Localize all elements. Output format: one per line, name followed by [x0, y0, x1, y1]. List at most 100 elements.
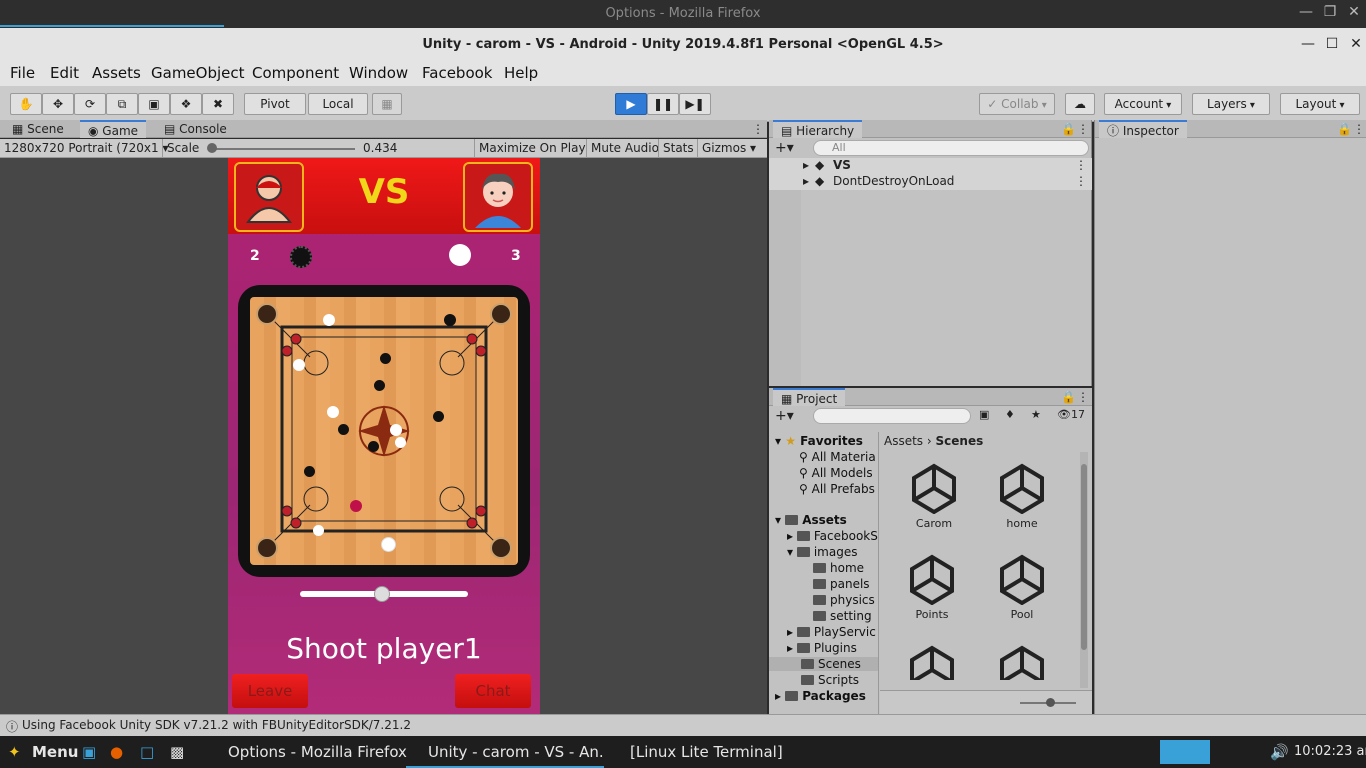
maximize-on-play-toggle[interactable]: Maximize On Play [474, 139, 590, 158]
tab-scene[interactable]: ▦ Scene [4, 120, 72, 138]
pivot-button[interactable]: Pivot [244, 93, 306, 115]
hierarchy-search[interactable]: All [813, 140, 1089, 156]
folder-item[interactable]: physics [813, 593, 875, 607]
snap-icon[interactable]: ▦ [372, 93, 402, 115]
linux-lite-icon[interactable]: ✦ [8, 736, 21, 768]
play-button[interactable]: ▶ [615, 93, 647, 115]
packages-node[interactable]: ▸ Packages [775, 689, 866, 703]
account-dropdown[interactable]: Account [1104, 93, 1182, 115]
inspector-menu-icon[interactable]: ⋮ [1345, 120, 1366, 138]
layout-dropdown[interactable]: Layout [1280, 93, 1360, 115]
maximize-icon[interactable]: ☐ [1323, 36, 1341, 52]
terminal-icon[interactable]: ▩ [170, 736, 184, 768]
hidden-packages-toggle[interactable]: 👁17 [1057, 408, 1085, 421]
favorite-item[interactable]: ⚲ All Materia [799, 450, 876, 464]
scene-asset[interactable]: Carom [894, 462, 974, 530]
folder-item[interactable]: home [813, 561, 864, 575]
minimize-icon[interactable]: — [1299, 36, 1317, 52]
folder-item[interactable]: panels [813, 577, 870, 591]
gizmos-dropdown[interactable]: Gizmos ▾ [697, 139, 760, 158]
menu-assets[interactable]: Assets [92, 64, 141, 82]
menu-window[interactable]: Window [349, 64, 408, 82]
hierarchy-menu-icon[interactable]: ⋮ [1069, 120, 1097, 138]
step-button[interactable]: ▶❚ [679, 93, 711, 115]
filter-type-icon[interactable]: ▣ [979, 408, 989, 421]
rotate-tool-icon[interactable]: ⟳ [74, 93, 106, 115]
create-icon[interactable]: +▾ [775, 408, 794, 424]
carom-board[interactable] [250, 297, 518, 565]
folder-item[interactable]: ▾ images [787, 545, 857, 559]
expand-arrow-icon[interactable]: ▸ [803, 174, 809, 188]
project-menu-icon[interactable]: ⋮ [1069, 388, 1097, 406]
task-terminal[interactable]: [Linux Lite Terminal] [608, 736, 783, 768]
tab-project[interactable]: ▦ Project [773, 388, 846, 406]
minimize-icon[interactable]: — [1297, 4, 1315, 20]
favorite-item[interactable]: ⚲ All Prefabs [799, 482, 875, 496]
file-manager-icon[interactable]: □ [140, 736, 154, 768]
game-screen[interactable]: VS 2 3 Shoot player1 Leave Chat [228, 158, 540, 714]
scrollbar-thumb[interactable] [1081, 464, 1087, 650]
menu-file[interactable]: File [10, 64, 35, 82]
collab-button[interactable]: ✓ Collab [979, 93, 1055, 115]
item-menu-icon[interactable]: ⋮ [1075, 158, 1087, 172]
close-icon[interactable]: ✕ [1345, 4, 1363, 20]
folder-item[interactable]: ▸ PlayServic [787, 625, 876, 639]
menu-facebook[interactable]: Facebook [422, 64, 492, 82]
tab-hierarchy[interactable]: ▤ Hierarchy [773, 120, 863, 138]
scene-asset[interactable]: Points [892, 553, 972, 621]
chat-button[interactable]: Chat [455, 674, 531, 708]
icon-size-thumb[interactable] [1046, 698, 1055, 707]
transform-tool-icon[interactable]: ❖ [170, 93, 202, 115]
tab-menu-icon[interactable]: ⋮ [744, 120, 772, 138]
task-unity[interactable]: Unity - carom - VS - An... [406, 736, 604, 768]
close-icon[interactable]: ✕ [1347, 36, 1365, 52]
scene-asset[interactable]: Pool [982, 553, 1062, 621]
maximize-icon[interactable]: ❐ [1321, 4, 1339, 20]
scrollbar[interactable] [1080, 452, 1088, 688]
scene-asset[interactable] [892, 644, 972, 680]
desktop-icon[interactable]: ▣ [82, 736, 96, 768]
move-tool-icon[interactable]: ✥ [42, 93, 74, 115]
folder-item[interactable]: ▸ Plugins [787, 641, 857, 655]
favorites-node[interactable]: ▾ ★ Favorites [775, 434, 863, 448]
menu-component[interactable]: Component [252, 64, 339, 82]
favorite-item[interactable]: ⚲ All Models [799, 466, 873, 480]
hierarchy-item[interactable]: ▸ ◆ VS ⋮ [769, 158, 1092, 174]
player2-avatar[interactable] [463, 162, 533, 232]
assets-node[interactable]: ▾ Assets [775, 513, 847, 527]
expand-arrow-icon[interactable]: ▸ [803, 158, 809, 172]
leave-button[interactable]: Leave [232, 674, 308, 708]
filter-label-icon[interactable]: ♦ [1005, 408, 1015, 421]
power-slider-thumb[interactable] [374, 586, 391, 602]
volume-icon[interactable]: 🔊 [1270, 736, 1289, 768]
folder-item[interactable]: ▸ FacebookS [787, 529, 878, 543]
cloud-icon[interactable]: ☁ [1065, 93, 1095, 115]
scene-asset[interactable]: home [982, 462, 1062, 530]
menu-edit[interactable]: Edit [50, 64, 79, 82]
breadcrumb-current[interactable]: Scenes [936, 434, 984, 448]
scene-asset[interactable] [982, 644, 1062, 680]
folder-item[interactable]: Scripts [801, 673, 859, 687]
tab-inspector[interactable]: ⓘ Inspector [1099, 120, 1187, 138]
scale-control[interactable]: Scale 0.434 [162, 139, 474, 158]
tab-game[interactable]: ◉ Game [80, 120, 147, 138]
task-firefox[interactable]: Options - Mozilla Firefox [206, 736, 407, 768]
hierarchy-item[interactable]: ▸ ◆ DontDestroyOnLoad ⋮ [769, 174, 1092, 190]
project-search[interactable] [813, 408, 971, 424]
tab-console[interactable]: ▤ Console [156, 120, 235, 138]
workspace-switcher[interactable] [1160, 740, 1210, 764]
item-menu-icon[interactable]: ⋮ [1075, 174, 1087, 188]
striker[interactable] [381, 537, 396, 552]
mute-audio-toggle[interactable]: Mute Audio [586, 139, 663, 158]
layers-dropdown[interactable]: Layers [1192, 93, 1270, 115]
start-menu[interactable]: Menu [32, 736, 78, 768]
pause-button[interactable]: ❚❚ [647, 93, 679, 115]
add-icon[interactable]: +▾ [775, 140, 794, 156]
breadcrumb-root[interactable]: Assets [884, 434, 923, 448]
stats-toggle[interactable]: Stats [658, 139, 698, 158]
clock[interactable]: 10:02:23 am [1294, 736, 1366, 768]
menu-help[interactable]: Help [504, 64, 538, 82]
rect-tool-icon[interactable]: ▣ [138, 93, 170, 115]
scale-slider[interactable] [209, 148, 355, 150]
menu-gameobject[interactable]: GameObject [151, 64, 245, 82]
